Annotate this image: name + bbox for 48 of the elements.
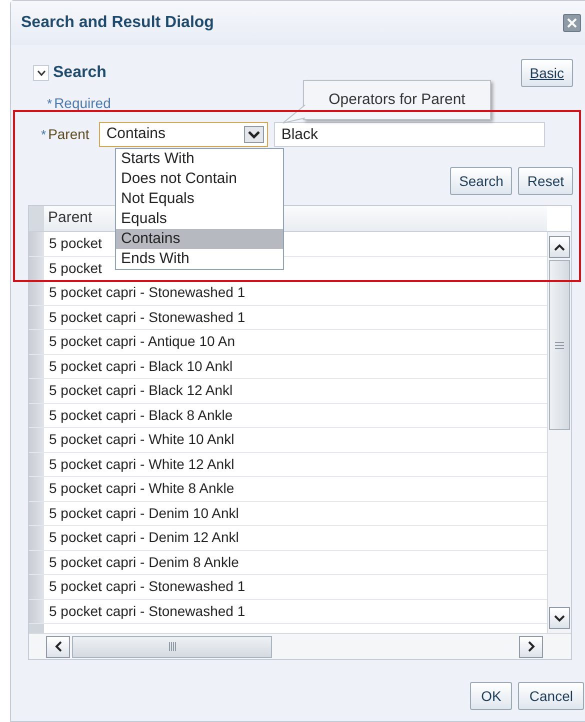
table-cell-text: 5 pocket bbox=[48, 234, 103, 253]
dropdown-icon bbox=[244, 126, 264, 143]
vertical-scrollbar[interactable] bbox=[547, 232, 571, 633]
chevron-icon bbox=[36, 70, 46, 76]
window-title: Search and Result Dialog bbox=[21, 13, 214, 33]
scroll-down-icon bbox=[554, 614, 565, 622]
table-cell-text: 5 pocket capri - Black 12 Ankl bbox=[48, 381, 234, 400]
table-cell-text: 5 pocket bbox=[48, 258, 103, 278]
table-cell-text: 5 pocket capri - Black 10 Ankl bbox=[48, 356, 234, 376]
table-cell-text: 5 pocket capri - Stonewashed 1 bbox=[48, 283, 246, 302]
scroll-thumb[interactable] bbox=[549, 260, 570, 430]
search-action-button[interactable]: Reset bbox=[518, 167, 573, 195]
scroll-right-icon bbox=[528, 641, 534, 652]
table-cell-text: 5 pocket capri - Denim 8 Ankle bbox=[48, 552, 240, 572]
required-mark: * bbox=[41, 126, 46, 144]
tooltip-pointer bbox=[282, 104, 306, 124]
scroll-left-icon bbox=[54, 641, 62, 652]
close-icon bbox=[567, 18, 577, 28]
table-cell-text: 5 pocket capri - Antique 10 An bbox=[48, 332, 236, 351]
table-cell-text: 5 pocket capri - White 12 Ankl bbox=[48, 454, 236, 474]
tooltip: Operators for Parent bbox=[303, 80, 491, 120]
table-cell-text: 5 pocket capri - Denim 12 Ankl bbox=[48, 528, 240, 547]
table-cell-text: 5 pocket capri - White 8 Ankle bbox=[48, 479, 236, 498]
field-label: Parent bbox=[48, 125, 90, 144]
table-cell-text: 5 pocket capri - White 10 Ankl bbox=[48, 430, 236, 449]
required-mark: * bbox=[47, 94, 52, 113]
value-field[interactable]: Black bbox=[274, 122, 546, 147]
horizontal-scrollbar[interactable] bbox=[29, 633, 571, 659]
table-cell-text: 5 pocket capri - Stonewashed 1 bbox=[48, 308, 246, 327]
dialog-button[interactable]: Cancel bbox=[518, 682, 584, 710]
dialog-button[interactable]: OK bbox=[470, 682, 512, 710]
row-header[interactable] bbox=[29, 281, 44, 304]
required-note: Required bbox=[54, 94, 111, 113]
search-action-button[interactable]: Search bbox=[450, 167, 512, 195]
grip-icon bbox=[168, 642, 176, 651]
operator-select[interactable]: Contains bbox=[99, 122, 268, 147]
table-cell-text: 5 pocket capri - Denim 10 Ankl bbox=[48, 504, 240, 523]
close-button[interactable] bbox=[563, 14, 581, 32]
scroll-up-icon bbox=[554, 244, 565, 250]
operator-option[interactable]: Contains bbox=[116, 229, 283, 249]
table-cell-text: 5 pocket capri - Stonewashed 1 bbox=[48, 602, 246, 621]
table-cell-text: 5 pocket capri - Black 8 Ankle bbox=[48, 406, 234, 425]
section-title: Search bbox=[53, 63, 106, 83]
grip-icon bbox=[555, 342, 564, 348]
collapse-toggle[interactable] bbox=[33, 65, 49, 81]
scroll-thumb[interactable] bbox=[72, 636, 272, 658]
table-cell-text: 5 pocket capri - Stonewashed 1 bbox=[48, 577, 246, 596]
basic-button[interactable]: Basic bbox=[520, 59, 573, 87]
